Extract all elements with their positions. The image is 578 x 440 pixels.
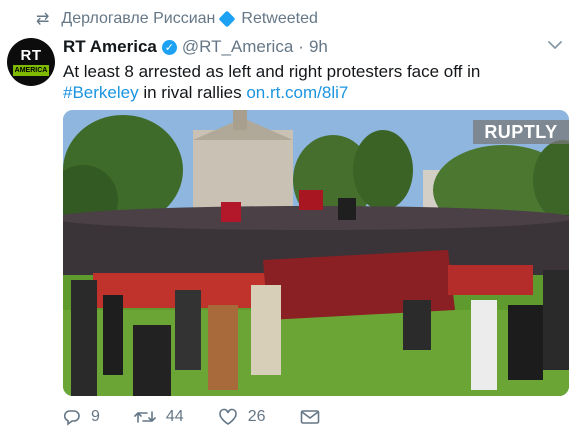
author-handle[interactable]: @RT_America [182,37,293,57]
url-link[interactable]: on.rt.com/8li7 [246,83,348,102]
separator-dot: · [298,37,304,56]
tweet-header: RT America ✓ @RT_America · 9h [63,37,328,57]
action-bar: 9 44 26 [63,408,364,426]
like-count: 26 [247,408,266,425]
reply-icon [63,410,80,426]
avatar[interactable]: RT AMERICA [7,38,55,86]
tweet-text-mid: in rival rallies [138,83,247,102]
verified-diamond-icon [218,10,236,28]
like-button[interactable]: 26 [218,408,266,426]
tweet-text: At least 8 arrested as left and right pr… [63,61,568,103]
envelope-icon [300,410,319,424]
retweet-count: 44 [165,408,184,425]
reply-count: 9 [91,408,100,425]
direct-message-button[interactable] [300,409,330,425]
heart-icon [218,408,237,425]
retweeted-label: Retweeted [241,10,318,27]
retweeter-name[interactable]: Дерлогавле Pиссиан [61,10,215,28]
tweet-text-line1: At least 8 arrested as left and right pr… [63,62,481,81]
retweet-icon: ⇄ [36,11,50,28]
tweet-media-image[interactable]: RUPTLY [63,110,569,396]
avatar-logo-sub: AMERICA [14,66,48,74]
retweet-button[interactable]: 44 [134,408,184,426]
protest-photo [63,110,569,396]
retweet-icon [134,411,156,423]
hashtag-link[interactable]: #Berkeley [63,83,139,102]
verified-icon: ✓ [161,39,177,55]
retweet-context: ⇄ Дерлогавле Pиссиан Retweeted [36,9,318,29]
avatar-logo-bar: AMERICA [13,64,49,76]
ruptly-watermark: RUPTLY [473,120,569,144]
author-name[interactable]: RT America [63,37,157,57]
reply-button[interactable]: 9 [63,408,100,426]
avatar-logo-text: RT [20,46,42,64]
chevron-down-icon[interactable] [548,38,562,52]
tweet-timestamp[interactable]: 9h [309,37,328,57]
